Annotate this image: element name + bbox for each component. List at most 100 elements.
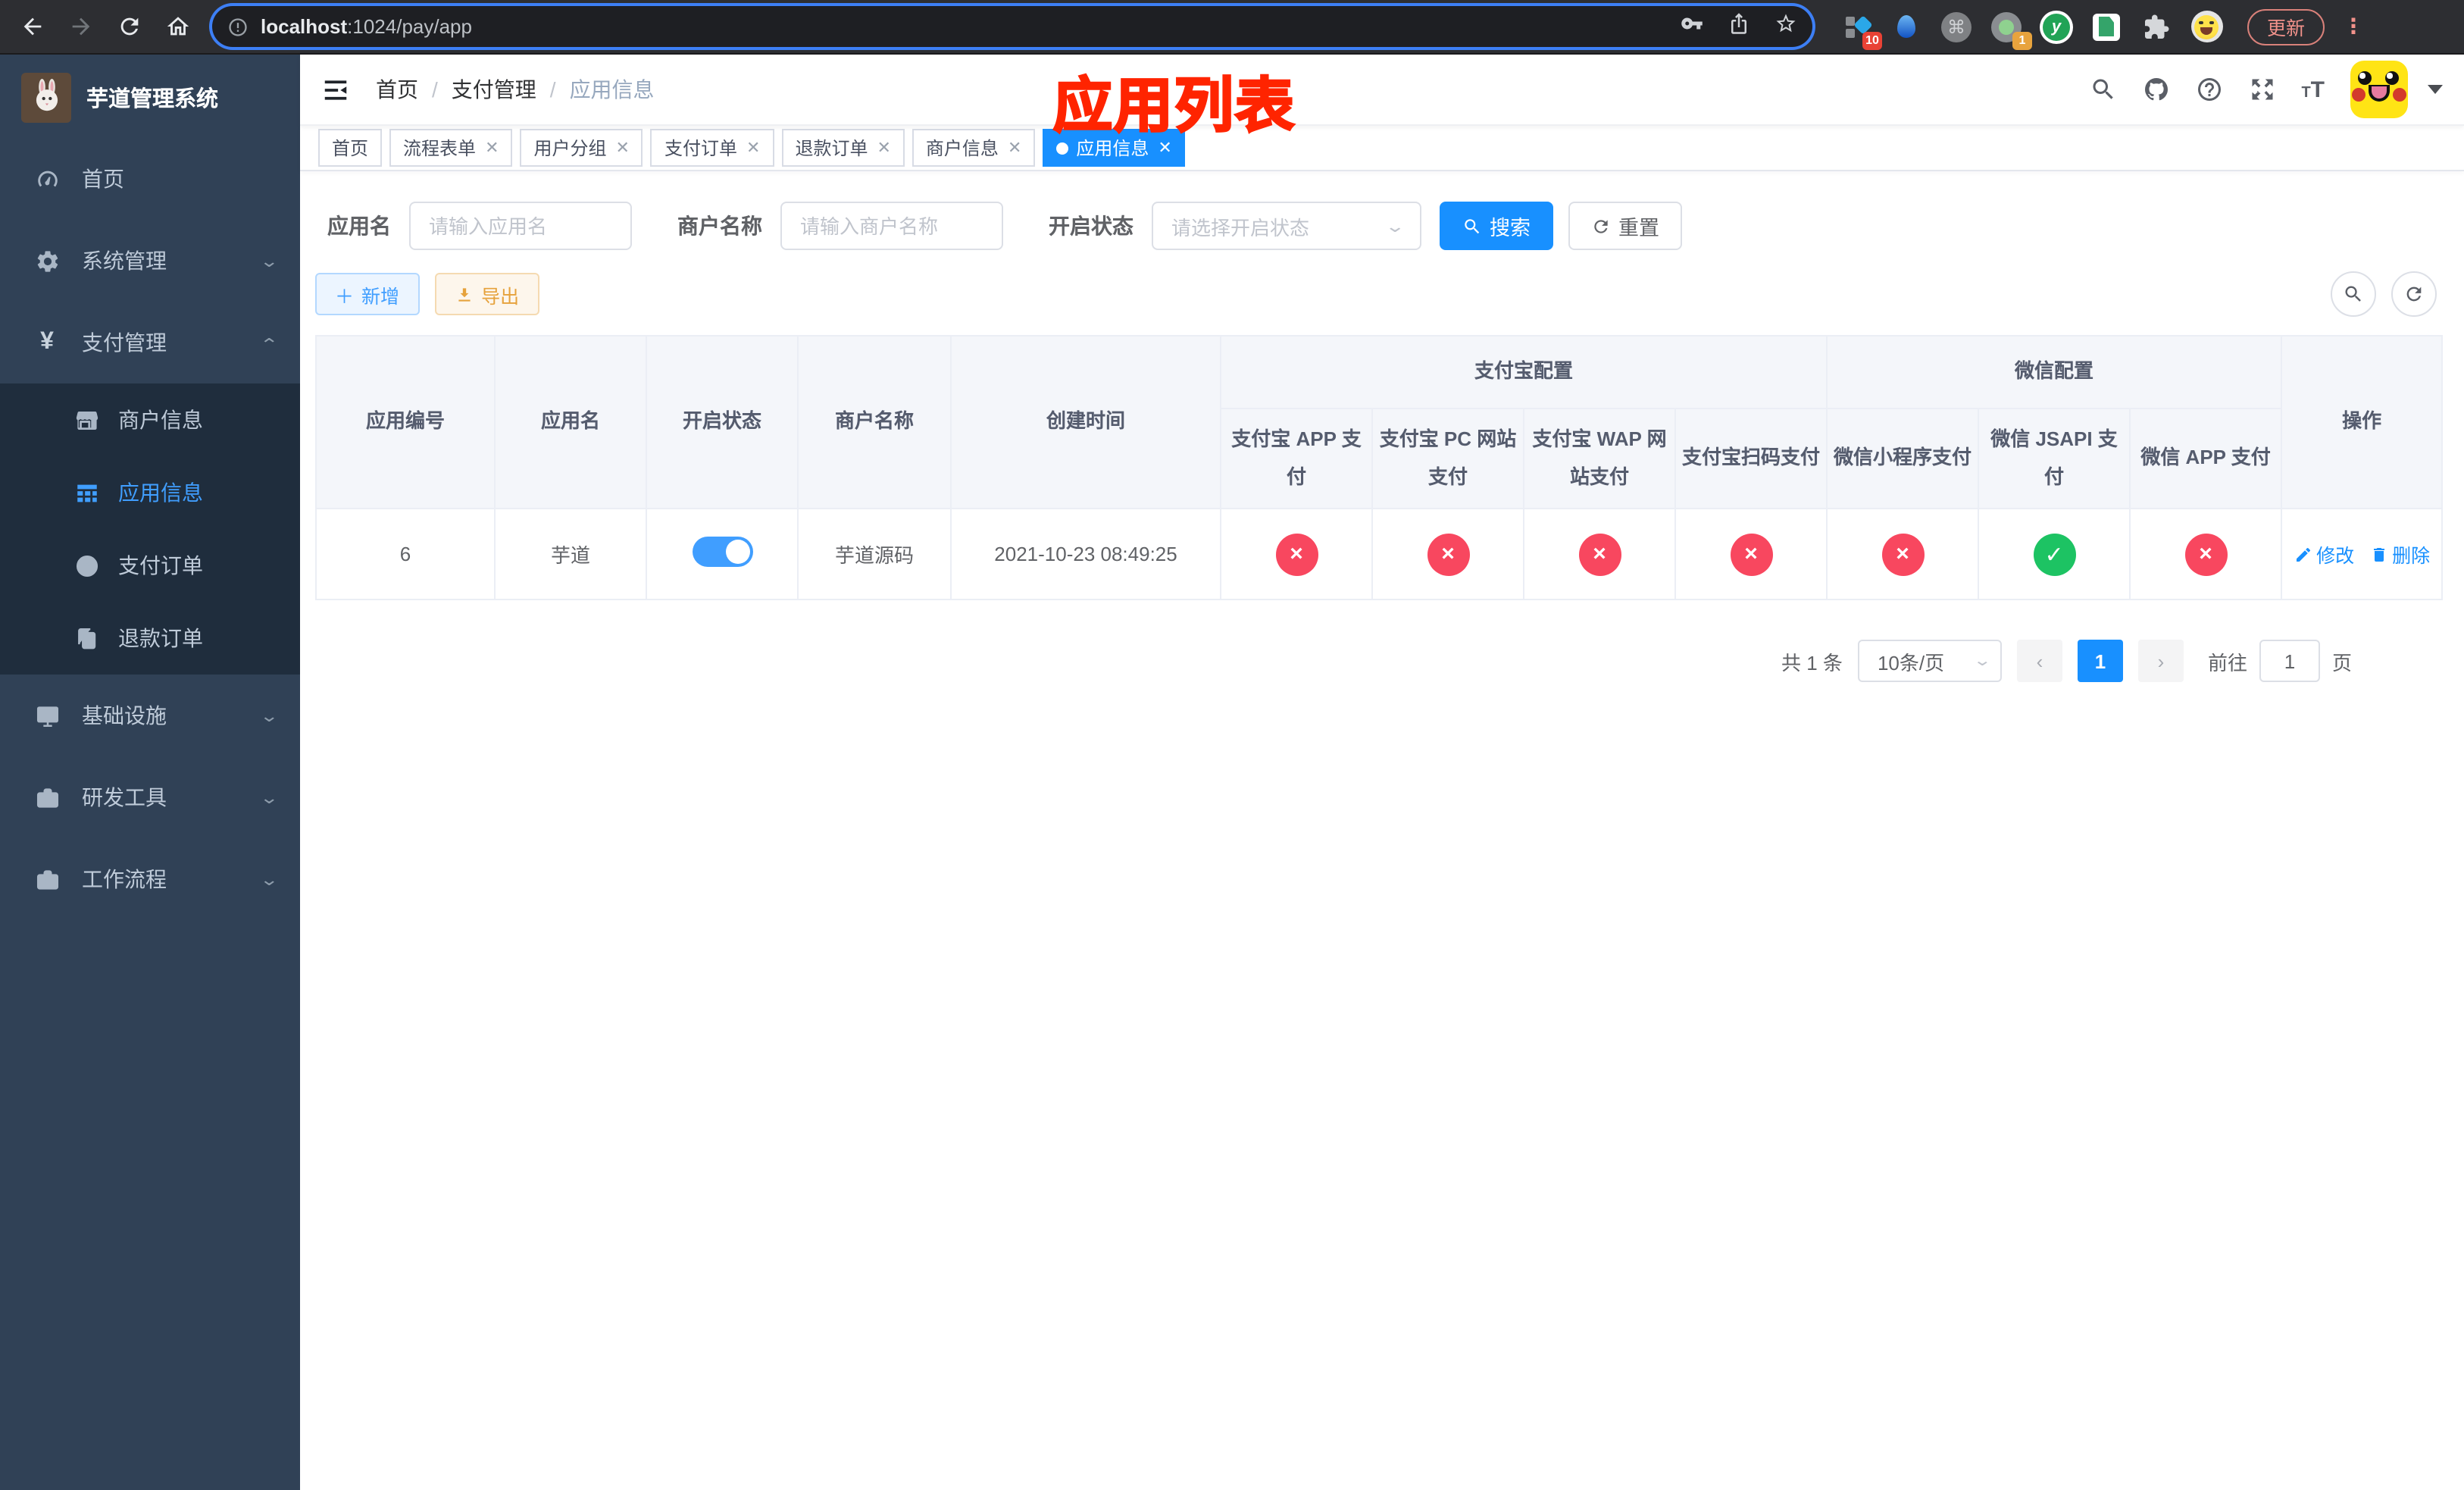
sidebar-item-workflow[interactable]: 工作流程 ⌄	[0, 838, 300, 920]
close-icon[interactable]: ✕	[1008, 138, 1021, 158]
tag-process-form[interactable]: 流程表单 ✕	[389, 129, 513, 167]
sidebar-item-payment[interactable]: ¥ 支付管理 ⌄	[0, 302, 300, 383]
extension-y-icon[interactable]: y	[2040, 10, 2073, 43]
edit-link[interactable]: 修改	[2294, 540, 2354, 569]
extension-balloon-icon[interactable]	[1890, 10, 1923, 43]
grid-table-icon	[73, 479, 100, 506]
page-size-select[interactable]: 10条/页 ⌄	[1857, 640, 2002, 683]
sidebar-logo[interactable]: 芋道管理系统	[0, 55, 300, 138]
annotation-app-list: 应用列表	[1052, 74, 1296, 141]
content-area: 应用名 商户名称 开启状态 请选择开启状态 ⌄ 搜索 重置	[300, 171, 2464, 1490]
col-wechat-mini: 微信小程序支付	[1826, 407, 1980, 510]
user-menu-caret-icon[interactable]	[2428, 85, 2443, 94]
sidebar-item-app-info[interactable]: 应用信息	[0, 456, 300, 529]
storefront-icon	[73, 406, 100, 434]
status-label: 开启状态	[1049, 214, 1134, 238]
fullscreen-icon[interactable]	[2248, 76, 2275, 103]
close-icon[interactable]: ✕	[616, 138, 630, 158]
status-select[interactable]: 请选择开启状态 ⌄	[1152, 202, 1421, 250]
extension-emoji-icon[interactable]	[2190, 10, 2223, 43]
tag-home[interactable]: 首页	[318, 129, 383, 167]
tag-merchant-info[interactable]: 商户信息 ✕	[911, 129, 1036, 167]
breadcrumb-payment[interactable]: 支付管理	[452, 74, 536, 105]
browser-toolbar: localhost:1024/pay/app 10 ⌘ 1 y 更新 ⋮	[0, 0, 2464, 55]
sidebar-item-infrastructure[interactable]: 基础设施 ⌄	[0, 675, 300, 756]
sidebar-item-dev-tools[interactable]: 研发工具 ⌄	[0, 756, 300, 838]
address-bar[interactable]: localhost:1024/pay/app	[212, 6, 1812, 47]
extension-lens-icon[interactable]: 1	[1990, 10, 2032, 49]
page-unit-label: 页	[2331, 651, 2352, 675]
yen-circle-icon	[73, 552, 100, 579]
col-status: 开启状态	[646, 334, 799, 510]
font-size-icon[interactable]: TT	[2301, 77, 2325, 102]
plus-icon: ＋	[335, 286, 355, 307]
status-toggle[interactable]	[692, 537, 752, 568]
logo-rabbit-image	[21, 73, 71, 123]
extension-tiles-icon[interactable]: 10	[1840, 10, 1882, 49]
col-alipay-pc: 支付宝 PC 网站支付	[1371, 407, 1524, 510]
toggle-search-button[interactable]	[2331, 271, 2376, 317]
sidebar-item-system[interactable]: 系统管理 ⌄	[0, 220, 300, 302]
col-app-name: 应用名	[494, 334, 647, 510]
screen: localhost:1024/pay/app 10 ⌘ 1 y 更新 ⋮ 芋道管…	[0, 0, 2464, 1490]
tag-refund-order[interactable]: 退款订单 ✕	[781, 129, 905, 167]
extension-badge: 10	[1862, 31, 1882, 49]
share-icon[interactable]	[1728, 11, 1750, 42]
close-icon[interactable]: ✕	[485, 138, 499, 158]
close-icon[interactable]: ✕	[746, 138, 760, 158]
group-alipay-config: 支付宝配置	[1219, 335, 1828, 409]
sidebar-item-refund-order[interactable]: 退款订单	[0, 602, 300, 675]
chevron-down-icon: ⌄	[258, 707, 279, 725]
extension-command-icon[interactable]: ⌘	[1940, 10, 1973, 43]
trash-icon	[2373, 547, 2384, 562]
sidebar-item-merchant-info[interactable]: 商户信息	[0, 383, 300, 456]
col-actions: 操作	[2281, 334, 2444, 510]
close-icon[interactable]: ✕	[877, 138, 890, 158]
prev-page-button[interactable]: ‹	[2016, 640, 2062, 683]
cell-merchant: 芋道源码	[797, 508, 952, 601]
extensions-row: 10 ⌘ 1 y	[1840, 10, 2223, 49]
tag-pay-order[interactable]: 支付订单 ✕	[650, 129, 774, 167]
extensions-puzzle-icon[interactable]	[2140, 10, 2173, 43]
breadcrumb-home[interactable]: 首页	[376, 74, 418, 105]
browser-menu-icon[interactable]: ⋮	[2343, 14, 2364, 39]
browser-reload-icon[interactable]	[109, 7, 149, 46]
sidebar-collapse-icon[interactable]	[321, 73, 355, 106]
browser-back-icon[interactable]	[12, 7, 52, 46]
cell-created: 2021-10-23 08:49:25	[950, 508, 1221, 601]
tag-user-group[interactable]: 用户分组 ✕	[520, 129, 643, 167]
reset-button[interactable]: 重置	[1568, 202, 1682, 250]
help-icon[interactable]	[2195, 76, 2222, 103]
next-page-button[interactable]: ›	[2137, 640, 2184, 683]
current-page[interactable]: 1	[2077, 640, 2123, 683]
app-name-input[interactable]	[409, 202, 632, 250]
export-button[interactable]: 导出	[434, 273, 539, 315]
sidebar-item-home[interactable]: 首页	[0, 138, 300, 220]
password-key-icon[interactable]	[1681, 11, 1703, 42]
yen-icon: ¥	[40, 329, 54, 355]
merchant-name-input[interactable]	[780, 202, 1003, 250]
search-icon[interactable]	[2089, 76, 2116, 103]
site-info-icon[interactable]	[227, 16, 249, 37]
sidebar-item-pay-order[interactable]: 支付订单	[0, 529, 300, 602]
alipay-pc-status-icon: ×	[1427, 533, 1469, 576]
goto-page-input[interactable]	[2259, 640, 2320, 683]
goto-label: 前往	[2207, 651, 2247, 675]
delete-link[interactable]: 删除	[2369, 540, 2430, 569]
app-title: 芋道管理系统	[86, 88, 218, 112]
app-name-label: 应用名	[327, 214, 391, 238]
total-count: 共 1 条	[1781, 651, 1843, 675]
col-alipay-wap: 支付宝 WAP 网站支付	[1523, 407, 1676, 510]
app-table: 应用编号 应用名 开启状态 商户名称 创建时间 支付宝配置 微信配置 操作 支付…	[315, 334, 2444, 601]
search-button[interactable]: 搜索	[1440, 202, 1553, 250]
add-button[interactable]: ＋ 新增	[315, 273, 420, 315]
github-icon[interactable]	[2142, 76, 2169, 103]
refresh-button[interactable]	[2391, 271, 2437, 317]
bookmark-star-icon[interactable]	[1775, 11, 1797, 42]
extension-doc-icon[interactable]	[2090, 10, 2123, 43]
browser-forward-icon[interactable]	[61, 7, 100, 46]
chevron-down-icon: ⌄	[258, 789, 279, 807]
browser-home-icon[interactable]	[158, 7, 197, 46]
user-avatar[interactable]	[2350, 61, 2408, 118]
browser-update-button[interactable]: 更新	[2247, 8, 2325, 45]
